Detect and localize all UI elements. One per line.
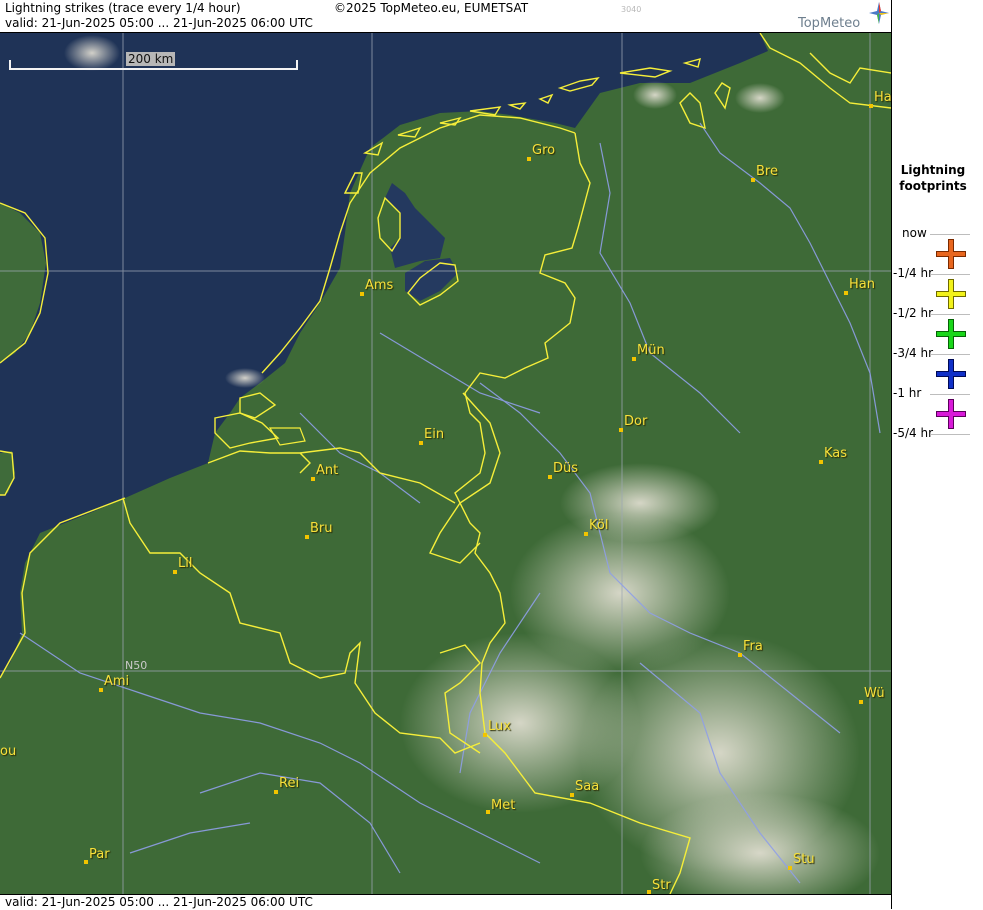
compass-star-icon xyxy=(869,2,889,24)
valid-time: valid: 21-Jun-2025 05:00 ... 21-Jun-2025… xyxy=(5,16,313,30)
city-dot xyxy=(751,178,755,182)
city-dot xyxy=(570,793,574,797)
map-canvas xyxy=(0,33,891,894)
legend-label-quarter: -1/4 hr xyxy=(893,266,933,280)
city-dot xyxy=(619,428,623,432)
city-dot xyxy=(584,532,588,536)
logo-text: TopMeteo xyxy=(798,16,861,31)
city-dot xyxy=(311,477,315,481)
legend-separator xyxy=(930,394,970,395)
city-dot xyxy=(173,570,177,574)
legend-label-three-quarter: -3/4 hr xyxy=(893,346,933,360)
city-label: Han xyxy=(849,277,875,292)
city-dot xyxy=(548,475,552,479)
city-label: Gro xyxy=(532,143,556,158)
city-label: Rei xyxy=(279,776,300,791)
city-label: Ami xyxy=(104,674,130,689)
scale-label: 200 km xyxy=(126,52,176,66)
city-label: Köl xyxy=(589,518,609,533)
city-label: Ams xyxy=(365,278,394,293)
city-dot xyxy=(99,688,103,692)
cross-icon-half xyxy=(936,319,966,349)
city-label: Ein xyxy=(424,427,445,442)
city-label: Fra xyxy=(743,639,763,654)
city-dot xyxy=(819,460,823,464)
city-dot xyxy=(305,535,309,539)
city-dot xyxy=(869,104,873,108)
legend-panel: Lightning footprints now -1/4 hr -1/2 hr… xyxy=(892,0,983,909)
city-label: Met xyxy=(491,798,516,813)
city-label: Lux xyxy=(488,719,511,734)
city-label: Str xyxy=(652,878,671,893)
legend-title-line1: Lightning xyxy=(900,163,966,177)
cross-icon-hour xyxy=(936,399,966,429)
legend-title-line2: footprints xyxy=(899,179,967,193)
satellite-map[interactable]: 200 km N50 Gro Bre Ha Ams Han Mün Dor Ei… xyxy=(0,33,891,894)
legend-label-now: now xyxy=(902,226,927,240)
city-dot xyxy=(859,700,863,704)
topmeteo-logo[interactable]: TopMeteo xyxy=(797,2,891,32)
legend-separator xyxy=(930,354,970,355)
cross-icon-now xyxy=(936,239,966,269)
legend-separator xyxy=(930,274,970,275)
city-dot xyxy=(419,441,423,445)
city-label: Wü xyxy=(864,686,885,701)
city-label: Par xyxy=(89,847,110,862)
cross-icon-three-quarter xyxy=(936,359,966,389)
city-dot xyxy=(360,292,364,296)
copyright: ©2025 TopMeteo.eu, EUMETSAT xyxy=(334,1,529,15)
city-label: Dor xyxy=(624,414,648,429)
map-title: Lightning strikes (trace every 1/4 hour) xyxy=(5,1,241,15)
legend-label-hour: -1 hr xyxy=(893,386,922,400)
city-dot xyxy=(632,357,636,361)
map-footer: valid: 21-Jun-2025 05:00 ... 21-Jun-2025… xyxy=(0,894,891,910)
city-label: Stu xyxy=(793,852,815,867)
legend-title: Lightning footprints xyxy=(892,162,974,194)
legend-separator xyxy=(930,314,970,315)
footer-valid-time: valid: 21-Jun-2025 05:00 ... 21-Jun-2025… xyxy=(5,895,313,909)
city-dot xyxy=(844,291,848,295)
legend-separator xyxy=(930,434,970,435)
legend-label-half: -1/2 hr xyxy=(893,306,933,320)
latitude-label: N50 xyxy=(125,659,148,672)
city-dot xyxy=(274,790,278,794)
city-label: ou xyxy=(0,744,17,759)
city-dot xyxy=(527,157,531,161)
city-dot xyxy=(738,653,742,657)
city-label: Mün xyxy=(637,343,665,358)
city-label: Lil xyxy=(178,556,193,571)
city-label: Ha xyxy=(874,90,891,105)
city-dot xyxy=(483,733,487,737)
city-dot xyxy=(84,860,88,864)
city-label: Ant xyxy=(316,463,339,478)
cross-icon-quarter xyxy=(936,279,966,309)
map-header: Lightning strikes (trace every 1/4 hour)… xyxy=(0,0,891,33)
city-label: Bru xyxy=(310,521,333,536)
city-dot xyxy=(788,866,792,870)
city-label: Kas xyxy=(824,446,848,461)
city-label: Bre xyxy=(756,164,778,179)
legend-label-five-quarter: -5/4 hr xyxy=(893,426,933,440)
city-label: Saa xyxy=(575,779,600,794)
image-code: 3040 xyxy=(621,5,642,14)
legend-separator xyxy=(930,234,970,235)
city-label: Düs xyxy=(553,461,579,476)
city-dot xyxy=(486,810,490,814)
